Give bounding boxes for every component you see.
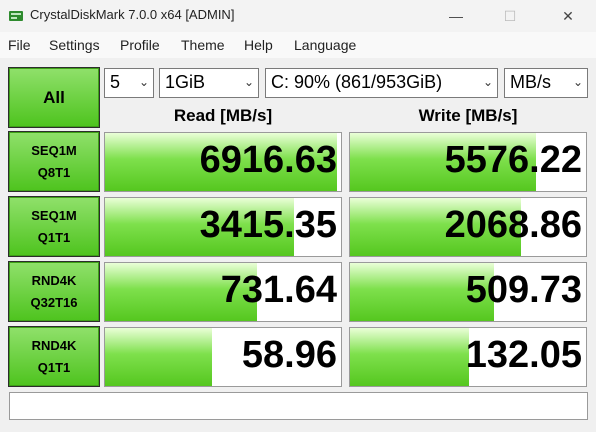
test-sublabel: Q1T1 bbox=[37, 229, 71, 245]
write-result: 5576.22 bbox=[349, 132, 587, 192]
minimize-icon[interactable]: — bbox=[446, 6, 466, 26]
test-sublabel: Q8T1 bbox=[37, 164, 71, 180]
write-result: 509.73 bbox=[349, 262, 587, 322]
test-label: RND4K bbox=[31, 272, 77, 288]
read-bar bbox=[105, 328, 213, 386]
write-value: 5576.22 bbox=[444, 139, 582, 181]
chevron-down-icon: ⌄ bbox=[138, 75, 149, 89]
menu-theme[interactable]: Theme bbox=[181, 37, 225, 53]
count-value: 5 bbox=[110, 72, 121, 92]
read-result: 3415.35 bbox=[104, 197, 342, 257]
test-label: RND4K bbox=[31, 337, 77, 353]
write-result: 2068.86 bbox=[349, 197, 587, 257]
window-title: CrystalDiskMark 7.0.0 x64 [ADMIN] bbox=[30, 7, 235, 22]
menu-help[interactable]: Help bbox=[244, 37, 273, 53]
test-button-seq1m-q1t1[interactable]: SEQ1M Q1T1 bbox=[8, 196, 100, 257]
menu-profile[interactable]: Profile bbox=[120, 37, 160, 53]
chevron-down-icon: ⌄ bbox=[243, 75, 254, 89]
crystaldiskmark-icon bbox=[8, 8, 24, 24]
write-header: Write [MB/s] bbox=[418, 106, 518, 125]
write-value: 2068.86 bbox=[444, 204, 582, 246]
read-value: 6916.63 bbox=[199, 139, 337, 181]
size-value: 1GiB bbox=[165, 72, 206, 92]
menu-language[interactable]: Language bbox=[294, 37, 356, 53]
read-value: 731.64 bbox=[220, 269, 337, 311]
chevron-down-icon: ⌄ bbox=[482, 75, 493, 89]
all-button[interactable]: All bbox=[8, 67, 100, 128]
read-header: Read [MB/s] bbox=[173, 106, 273, 125]
title-bar: CrystalDiskMark 7.0.0 x64 [ADMIN] — ☐ ✕ bbox=[0, 0, 596, 32]
write-bar bbox=[350, 328, 470, 386]
test-label: SEQ1M bbox=[31, 207, 77, 223]
close-icon[interactable]: ✕ bbox=[558, 6, 578, 26]
menu-file[interactable]: File bbox=[8, 37, 31, 53]
maximize-icon[interactable]: ☐ bbox=[500, 6, 520, 26]
read-result: 731.64 bbox=[104, 262, 342, 322]
drive-select[interactable]: C: 90% (861/953GiB) ⌄ bbox=[265, 68, 498, 98]
count-select[interactable]: 5 ⌄ bbox=[104, 68, 154, 98]
read-result: 58.96 bbox=[104, 327, 342, 387]
chevron-down-icon: ⌄ bbox=[572, 75, 583, 89]
unit-value: MB/s bbox=[510, 72, 552, 92]
write-value: 132.05 bbox=[465, 334, 582, 376]
read-result: 6916.63 bbox=[104, 132, 342, 192]
test-label: SEQ1M bbox=[31, 142, 77, 158]
test-button-rnd4k-q1t1[interactable]: RND4K Q1T1 bbox=[8, 326, 100, 387]
write-value: 509.73 bbox=[465, 269, 582, 311]
unit-select[interactable]: MB/s ⌄ bbox=[504, 68, 588, 98]
test-button-rnd4k-q32t16[interactable]: RND4K Q32T16 bbox=[8, 261, 100, 322]
menu-settings[interactable]: Settings bbox=[49, 37, 100, 53]
read-value: 58.96 bbox=[241, 334, 337, 376]
comment-field[interactable] bbox=[9, 392, 588, 420]
write-result: 132.05 bbox=[349, 327, 587, 387]
test-sublabel: Q1T1 bbox=[37, 359, 71, 375]
test-button-seq1m-q8t1[interactable]: SEQ1M Q8T1 bbox=[8, 131, 100, 192]
drive-value: C: 90% (861/953GiB) bbox=[271, 72, 443, 92]
size-select[interactable]: 1GiB ⌄ bbox=[159, 68, 259, 98]
menu-bar: File Settings Profile Theme Help Languag… bbox=[0, 32, 596, 58]
read-value: 3415.35 bbox=[199, 204, 337, 246]
test-sublabel: Q32T16 bbox=[30, 294, 78, 310]
